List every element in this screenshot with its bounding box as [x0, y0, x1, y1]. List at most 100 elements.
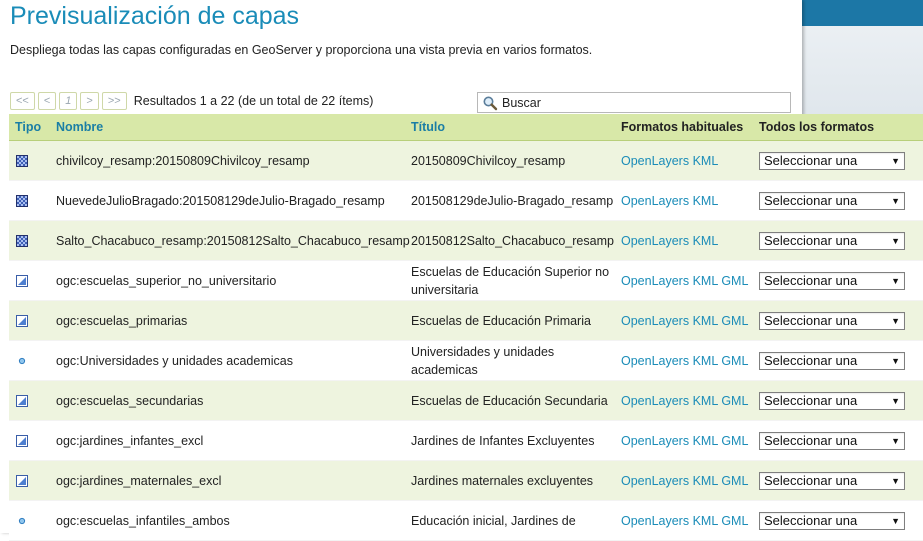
page-number-button[interactable]: 1: [59, 92, 78, 110]
header-bar: [802, 0, 923, 26]
format-link-gml[interactable]: GML: [721, 394, 748, 408]
table-row: NuevedeJulioBragado:201508129deJulio-Bra…: [9, 180, 923, 221]
format-link-kml[interactable]: KML: [693, 514, 718, 528]
dropdown-arrow-icon: ▼: [891, 435, 900, 446]
table-row: ogc:escuelas_superior_no_universitario Es…: [9, 260, 923, 301]
format-link-kml[interactable]: KML: [693, 394, 718, 408]
format-select[interactable]: Seleccionar una ▼: [759, 351, 905, 370]
format-select[interactable]: Seleccionar una ▼: [759, 271, 905, 290]
format-link-kml[interactable]: KML: [693, 154, 719, 168]
common-formats: OpenLayers KML GML: [615, 300, 753, 341]
format-link-kml[interactable]: KML: [693, 314, 718, 328]
format-select[interactable]: Seleccionar una ▼: [759, 431, 905, 450]
format-select[interactable]: Seleccionar una ▼: [759, 191, 905, 210]
format-link-openlayers[interactable]: OpenLayers: [621, 354, 689, 368]
first-page-button[interactable]: <<: [10, 92, 35, 110]
tipo-cell: [9, 140, 50, 181]
layer-title: Escuelas de Educación Primaria: [405, 300, 615, 341]
format-link-gml[interactable]: GML: [721, 474, 748, 488]
layer-table: Tipo Nombre Título Formatos habituales T…: [9, 114, 923, 541]
layer-name: NuevedeJulioBragado:201508129deJulio-Bra…: [50, 180, 405, 221]
format-link-kml[interactable]: KML: [693, 474, 718, 488]
format-link-openlayers[interactable]: OpenLayers: [621, 154, 689, 168]
search-box[interactable]: [477, 92, 791, 113]
format-link-openlayers[interactable]: OpenLayers: [621, 194, 689, 208]
format-select[interactable]: Seleccionar una ▼: [759, 311, 905, 330]
format-select-label: Seleccionar una: [764, 272, 858, 288]
table-row: ogc:escuelas_primarias Escuelas de Educac…: [9, 300, 923, 341]
column-header-tipo[interactable]: Tipo: [9, 114, 50, 141]
format-link-kml[interactable]: KML: [693, 234, 719, 248]
format-link-openlayers[interactable]: OpenLayers: [621, 474, 689, 488]
format-link-openlayers[interactable]: OpenLayers: [621, 434, 689, 448]
point-icon: [18, 518, 26, 525]
format-link-gml[interactable]: GML: [721, 354, 748, 368]
table-row: ogc:jardines_infantes_excl Jardines de In…: [9, 420, 923, 461]
layer-name: chivilcoy_resamp:20150809Chivilcoy_resam…: [50, 140, 405, 181]
layer-name: ogc:Universidades y unidades academicas: [50, 340, 405, 381]
format-link-kml[interactable]: KML: [693, 434, 718, 448]
main-content: Previsualización de capas Despliega toda…: [0, 0, 923, 541]
table-row: ogc:jardines_maternales_excl Jardines mat…: [9, 460, 923, 501]
all-formats-cell: Seleccionar una ▼: [753, 380, 923, 421]
format-link-gml[interactable]: GML: [721, 314, 748, 328]
format-link-kml[interactable]: KML: [693, 354, 718, 368]
format-select[interactable]: Seleccionar una ▼: [759, 151, 905, 170]
results-summary: Resultados 1 a 22 (de un total de 22 íte…: [133, 94, 374, 108]
layer-name: ogc:escuelas_infantiles_ambos: [50, 500, 405, 541]
layer-title: Escuelas de Educación Secundaria: [405, 380, 615, 421]
raster-icon: [16, 195, 28, 208]
format-link-openlayers[interactable]: OpenLayers: [621, 514, 689, 528]
format-select-label: Seleccionar una: [764, 392, 858, 408]
tipo-cell: [9, 500, 50, 541]
common-formats: OpenLayers KML: [615, 180, 753, 221]
polygon-icon: [16, 475, 28, 488]
common-formats: OpenLayers KML GML: [615, 460, 753, 501]
tipo-cell: [9, 420, 50, 461]
format-link-openlayers[interactable]: OpenLayers: [621, 394, 689, 408]
format-link-gml[interactable]: GML: [721, 434, 748, 448]
format-link-kml[interactable]: KML: [693, 194, 719, 208]
dropdown-arrow-icon: ▼: [891, 515, 900, 526]
all-formats-cell: Seleccionar una ▼: [753, 260, 923, 301]
format-select-label: Seleccionar una: [764, 312, 858, 328]
layer-name: ogc:escuelas_superior_no_universitario: [50, 260, 405, 301]
all-formats-cell: Seleccionar una ▼: [753, 500, 923, 541]
dropdown-arrow-icon: ▼: [891, 275, 900, 286]
format-link-openlayers[interactable]: OpenLayers: [621, 274, 689, 288]
dropdown-arrow-icon: ▼: [891, 355, 900, 366]
last-page-button[interactable]: >>: [101, 92, 127, 110]
layer-title: Escuelas de Educación Superior no univer…: [405, 260, 615, 301]
dropdown-arrow-icon: ▼: [891, 155, 900, 166]
pagination: << < 1 > >> Resultados 1 a 22 (de un tot…: [10, 92, 373, 110]
all-formats-cell: Seleccionar una ▼: [753, 220, 923, 261]
format-link-gml[interactable]: GML: [721, 274, 748, 288]
layer-title: Universidades y unidades academicas: [405, 340, 615, 381]
column-header-titulo[interactable]: Título: [405, 114, 615, 141]
format-link-openlayers[interactable]: OpenLayers: [621, 314, 689, 328]
polygon-icon: [16, 395, 28, 408]
format-link-openlayers[interactable]: OpenLayers: [621, 234, 689, 248]
layer-title: Jardines de Infantes Excluyentes: [405, 420, 615, 461]
format-link-gml[interactable]: GML: [721, 514, 748, 528]
format-select[interactable]: Seleccionar una ▼: [759, 391, 905, 410]
format-select[interactable]: Seleccionar una ▼: [759, 471, 905, 490]
next-page-button[interactable]: >: [80, 92, 99, 110]
search-input[interactable]: [502, 95, 782, 110]
tipo-cell: [9, 340, 50, 381]
tipo-cell: [9, 380, 50, 421]
format-select[interactable]: Seleccionar una ▼: [759, 231, 905, 250]
dropdown-arrow-icon: ▼: [891, 475, 900, 486]
all-formats-cell: Seleccionar una ▼: [753, 420, 923, 461]
format-select-label: Seleccionar una: [764, 512, 858, 528]
dropdown-arrow-icon: ▼: [891, 195, 900, 206]
raster-icon: [16, 235, 28, 248]
layer-name: ogc:escuelas_secundarias: [50, 380, 405, 421]
table-row: ogc:Universidades y unidades academicas U…: [9, 340, 923, 381]
prev-page-button[interactable]: <: [37, 92, 57, 110]
common-formats: OpenLayers KML GML: [615, 340, 753, 381]
format-link-kml[interactable]: KML: [693, 274, 718, 288]
format-select[interactable]: Seleccionar una ▼: [759, 511, 905, 530]
common-formats: OpenLayers KML GML: [615, 500, 753, 541]
column-header-nombre[interactable]: Nombre: [50, 114, 405, 141]
